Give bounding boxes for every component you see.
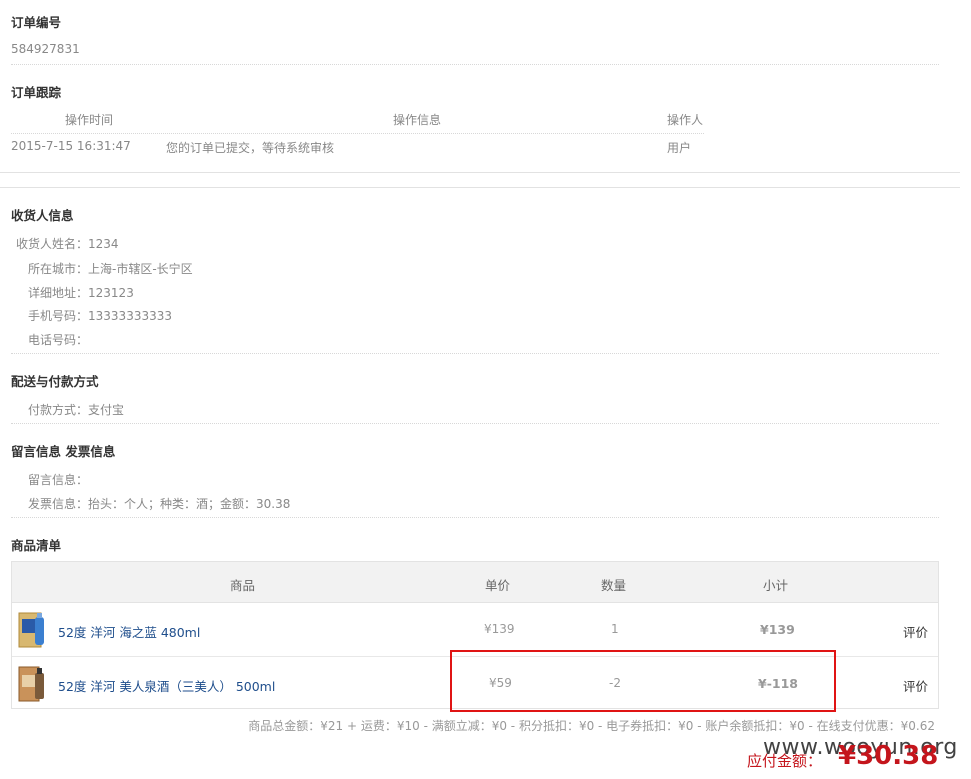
header-product: 商品 [230,578,256,593]
header-subtotal: 小计 [763,578,789,593]
consignee-mobile-label: 手机号码： [28,309,89,323]
message-row: 留言信息： [28,471,88,488]
divider [11,517,939,518]
consignee-name: 1234 [88,237,119,251]
payment-label: 付款方式： [28,403,89,417]
invoice-text: 抬头：个人；种类：酒；金额：30.38 [88,497,291,511]
goods-title: 商品清单 [11,538,62,553]
consignee-title: 收货人信息 [11,208,74,223]
goods-table-header: 商品 单价 数量 小计 [12,562,938,603]
header-qty: 数量 [601,578,627,593]
table-row: 52度 洋河 海之蓝 480ml ¥139 1 ¥139 评价 [12,603,938,656]
order-number-title: 订单编号 [11,15,62,30]
review-link[interactable]: 评价 [903,622,928,641]
message-invoice-title: 留言信息 发票信息 [11,444,116,459]
consignee-name-label: 收货人姓名： [16,237,89,251]
order-tracking-title: 订单跟踪 [11,85,62,100]
divider [11,353,939,354]
consignee-phone-label: 电话号码： [28,333,89,347]
consignee-address-label: 详细地址： [28,286,89,300]
product-price: ¥139 [484,622,515,636]
consignee-city: 上海-市辖区-长宁区 [88,262,193,276]
tracking-header-time: 操作时间 [65,113,114,127]
section-divider [0,172,960,173]
product-image[interactable] [18,665,48,703]
order-summary: 商品总金额：¥21 + 运费：¥10 - 满额立减：¥0 - 积分抵扣：¥0 -… [248,719,935,733]
payable-label: 应付金额： [747,752,823,770]
product-name-link[interactable]: 52度 洋河 海之蓝 480ml [58,622,200,641]
consignee-city-row: 所在城市：上海-市辖区-长宁区 [28,260,193,277]
product-qty: 1 [611,622,619,636]
section-divider [0,187,960,188]
delivery-title: 配送与付款方式 [11,374,99,389]
product-name-link[interactable]: 52度 洋河 美人泉酒（三美人） 500ml [58,676,275,695]
product-image[interactable] [18,611,48,649]
consignee-mobile: 13333333333 [88,309,172,323]
tracking-row-operator: 用户 [667,141,692,155]
review-link[interactable]: 评价 [903,676,928,695]
consignee-city-label: 所在城市： [28,262,89,276]
tracking-row-info: 您的订单已提交，等待系统审核 [166,141,335,155]
product-subtotal: ¥139 [760,622,795,637]
invoice-row: 发票信息：抬头：个人；种类：酒；金额：30.38 [28,495,290,512]
message-label: 留言信息： [28,473,89,487]
tracking-header-info: 操作信息 [393,113,442,127]
payment-row: 付款方式：支付宝 [28,401,124,418]
order-number: 584927831 [11,42,80,56]
consignee-name-row: 收货人姓名：1234 [16,235,119,252]
consignee-address: 123123 [88,286,134,300]
highlight-box [450,650,836,712]
divider [11,64,939,65]
payable-amount: ¥30.38 [838,741,939,771]
tracking-header-divider [11,133,704,134]
tracking-row-time: 2015-7-15 16:31:47 [11,139,131,153]
consignee-address-row: 详细地址：123123 [28,284,134,301]
payment-method: 支付宝 [88,403,125,417]
consignee-mobile-row: 手机号码：13333333333 [28,307,172,324]
header-price: 单价 [485,578,511,593]
divider [11,423,939,424]
tracking-header-operator: 操作人 [667,113,704,127]
invoice-label: 发票信息： [28,497,89,511]
consignee-phone-row: 电话号码： [28,331,88,348]
